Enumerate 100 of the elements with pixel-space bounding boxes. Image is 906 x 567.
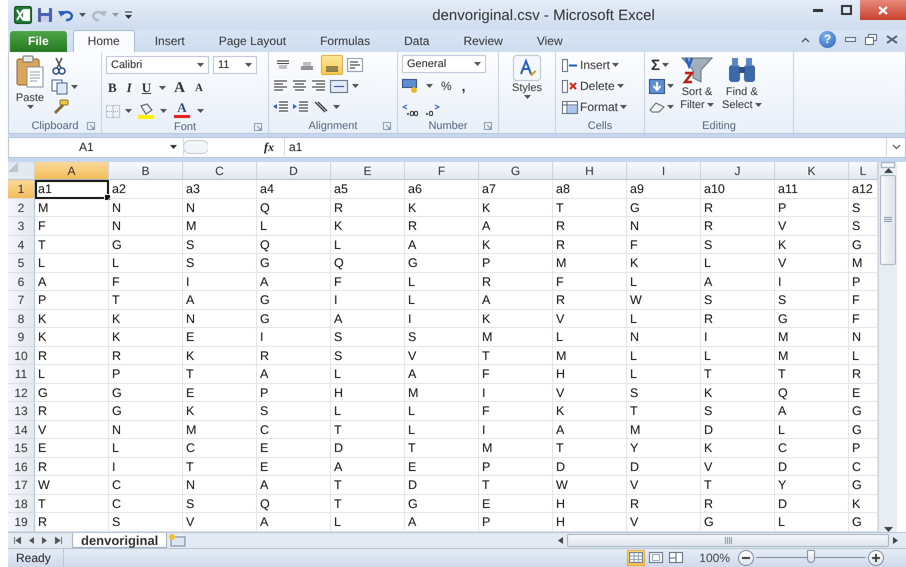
row-header[interactable]: 4 — [8, 236, 35, 254]
caret-icon[interactable] — [426, 84, 433, 88]
caret-icon[interactable] — [662, 63, 670, 67]
format-cells-icon[interactable] — [562, 100, 578, 114]
comma-button[interactable]: , — [460, 76, 468, 96]
caret-icon[interactable] — [474, 62, 481, 66]
formula-field[interactable]: a1 — [284, 138, 886, 156]
decrease-indent-icon[interactable] — [273, 101, 289, 113]
column-header[interactable]: D — [257, 162, 331, 180]
row-header[interactable]: 12 — [8, 384, 35, 402]
column-header[interactable]: B — [109, 162, 183, 180]
close-icon[interactable] — [878, 6, 888, 14]
next-sheet-icon[interactable] — [42, 536, 47, 544]
caret-icon[interactable] — [352, 84, 359, 88]
caret-icon[interactable] — [170, 145, 177, 150]
caret-icon[interactable] — [667, 105, 674, 109]
cells-button[interactable]: Delete — [560, 76, 640, 96]
font-color-button[interactable]: A — [172, 101, 192, 121]
sort-filter-button[interactable]: Sort & Filter — [678, 55, 716, 118]
last-sheet-icon[interactable] — [55, 536, 62, 544]
row-header[interactable]: 14 — [8, 420, 35, 439]
decrease-decimal-icon[interactable] — [424, 102, 440, 116]
zoom-slider-thumb[interactable] — [807, 550, 815, 564]
copy-icon[interactable] — [51, 79, 69, 95]
row-header[interactable]: 2 — [8, 198, 35, 217]
caret-icon[interactable] — [754, 103, 762, 107]
column-header[interactable]: H — [553, 162, 627, 180]
autosum-button[interactable]: Σ — [649, 55, 674, 75]
column-header[interactable]: E — [331, 162, 405, 180]
caret-icon[interactable] — [667, 84, 674, 88]
minus-icon[interactable] — [742, 556, 750, 559]
close-workbook-icon[interactable] — [886, 35, 898, 44]
row-header[interactable]: 11 — [8, 365, 35, 384]
close-button[interactable] — [860, 0, 906, 20]
cells-button[interactable]: Format — [560, 97, 640, 117]
row-header[interactable]: 13 — [8, 402, 35, 420]
column-header[interactable]: J — [701, 162, 775, 180]
orientation-icon[interactable] — [313, 100, 329, 114]
scroll-right-icon[interactable] — [893, 536, 898, 544]
format-painter-icon[interactable] — [51, 99, 69, 115]
percent-button[interactable]: % — [439, 76, 454, 96]
font-name-field[interactable]: Calibri — [106, 56, 209, 74]
ribbon-tab[interactable]: Home — [72, 30, 135, 52]
ribbon-tab[interactable]: Formulas — [306, 31, 384, 52]
caret-icon[interactable] — [524, 95, 530, 99]
fill-down-icon[interactable] — [649, 78, 665, 94]
caret-icon[interactable] — [245, 63, 252, 67]
italic-button[interactable]: I — [124, 78, 134, 98]
sheet-tab[interactable]: denvoriginal — [72, 532, 168, 548]
first-sheet-icon[interactable] — [14, 536, 21, 544]
row-header[interactable]: 1 — [8, 180, 35, 198]
number-format-field[interactable]: General — [402, 55, 486, 73]
column-header[interactable]: A — [35, 162, 109, 180]
scroll-left-icon[interactable] — [558, 536, 563, 544]
new-sheet-icon[interactable] — [167, 533, 188, 547]
caret-icon[interactable] — [71, 85, 78, 89]
column-header[interactable]: F — [405, 162, 479, 180]
caret-icon[interactable] — [620, 105, 628, 109]
shrink-font-button[interactable]: A — [192, 78, 205, 98]
ribbon-tab[interactable]: View — [522, 31, 577, 52]
expand-formula-icon[interactable] — [892, 144, 900, 150]
align-center-icon[interactable] — [292, 80, 307, 92]
row-header[interactable]: 19 — [8, 513, 35, 532]
align-right-icon[interactable] — [311, 80, 326, 92]
undo-icon[interactable] — [58, 8, 74, 22]
row-header[interactable]: 10 — [8, 346, 35, 365]
borders-icon[interactable] — [106, 104, 120, 118]
file-tab[interactable]: File — [10, 31, 67, 52]
wrap-text-icon[interactable] — [347, 58, 363, 72]
increase-decimal-icon[interactable] — [402, 102, 418, 116]
customize-toolbar-icon[interactable] — [124, 10, 133, 20]
zoom-level[interactable]: 100% — [685, 550, 738, 565]
styles-icon[interactable] — [513, 55, 541, 81]
row-header[interactable]: 15 — [8, 439, 35, 458]
scrollbar-thumb[interactable] — [880, 174, 896, 264]
column-header[interactable]: L — [849, 162, 878, 180]
caret-icon[interactable] — [159, 86, 166, 90]
row-header[interactable]: 6 — [8, 272, 35, 291]
ribbon-tab[interactable]: Insert — [140, 31, 199, 52]
styles-button[interactable]: Styles — [510, 55, 544, 118]
save-icon[interactable] — [37, 7, 53, 23]
fill-handle[interactable] — [104, 194, 111, 200]
binoculars-icon[interactable] — [726, 55, 757, 85]
column-header[interactable]: I — [627, 162, 701, 180]
caret-icon[interactable] — [125, 109, 132, 113]
plus-icon[interactable] — [872, 554, 880, 562]
merge-center-icon[interactable] — [330, 80, 348, 92]
restore-workbook-icon[interactable] — [865, 34, 877, 45]
ribbon-tab[interactable]: Review — [449, 31, 517, 52]
caret-icon[interactable] — [197, 109, 204, 113]
insert-cells-icon[interactable] — [562, 58, 578, 72]
caret-icon[interactable] — [197, 63, 204, 67]
delete-cells-icon[interactable] — [562, 80, 578, 92]
row-header[interactable]: 18 — [8, 494, 35, 513]
minimize-workbook-icon[interactable] — [845, 37, 856, 42]
insert-function-button[interactable]: fx — [254, 140, 284, 155]
caret-icon[interactable] — [706, 103, 714, 107]
align-left-icon[interactable] — [273, 80, 288, 92]
scroll-up-icon[interactable] — [884, 168, 892, 172]
row-header[interactable]: 5 — [8, 254, 35, 272]
